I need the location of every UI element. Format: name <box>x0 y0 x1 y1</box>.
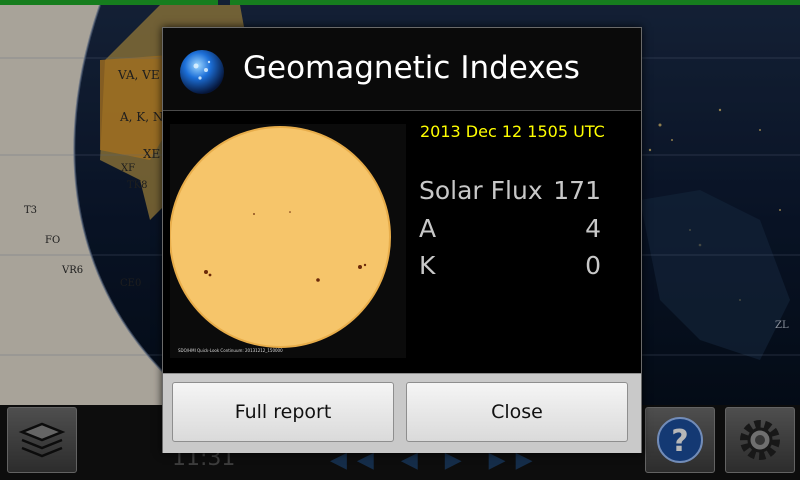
timestamp: 2013 Dec 12 1505 UTC <box>420 122 605 141</box>
sun-image-caption: SDO/HMI Quick-Look Continuum: 20131212_1… <box>178 348 283 353</box>
k-index-value: 0 <box>585 251 601 280</box>
sun-disk <box>169 126 391 348</box>
k-index-label: K <box>419 251 436 280</box>
sun-image: SDO/HMI Quick-Look Continuum: 20131212_1… <box>169 124 406 358</box>
dialog-header: Geomagnetic Indexes <box>163 28 641 111</box>
a-index-value: 4 <box>585 214 601 243</box>
a-index-label: A <box>419 214 437 243</box>
close-button[interactable]: Close <box>406 382 628 442</box>
full-report-button[interactable]: Full report <box>172 382 394 442</box>
solar-flux-label: Solar Flux <box>419 176 543 205</box>
dialog-button-bar: Full report Close <box>163 373 641 453</box>
solar-flux-value: 171 <box>553 176 601 205</box>
sun-globe-icon <box>180 50 224 94</box>
dialog-title: Geomagnetic Indexes <box>243 50 580 86</box>
geomagnetic-dialog: Geomagnetic Indexes SDO/HMI Quick-Look C… <box>162 27 642 453</box>
